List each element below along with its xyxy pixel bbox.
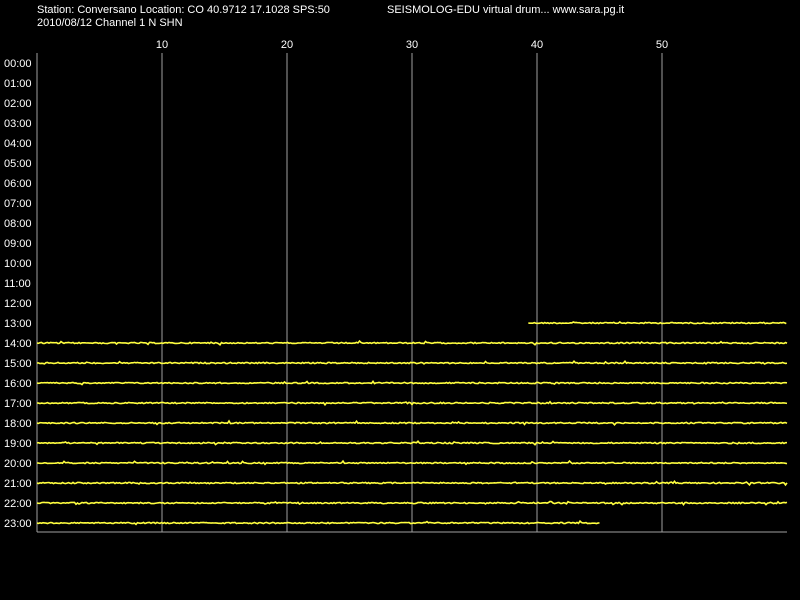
x-tick-label: 30 (406, 39, 418, 51)
x-tick-label: 40 (531, 39, 543, 51)
y-hour-label: 14:00 (4, 338, 32, 350)
y-hour-label: 07:00 (4, 198, 32, 210)
y-hour-label: 17:00 (4, 398, 32, 410)
y-hour-label: 02:00 (4, 98, 32, 110)
y-hour-label: 00:00 (4, 58, 32, 70)
seismogram-drum: 10 20 30 40 50 00:00 01:00 02:00 03:00 04:00 05:00… (4, 39, 788, 533)
y-hour-label: 19:00 (4, 438, 32, 450)
y-hour-label: 06:00 (4, 178, 32, 190)
y-hour-label: 03:00 (4, 118, 32, 130)
y-hour-label: 15:00 (4, 358, 32, 370)
x-tick-label: 20 (281, 39, 293, 51)
y-hour-label: 01:00 (4, 78, 32, 90)
y-hour-label: 08:00 (4, 218, 32, 230)
y-hour-label: 13:00 (4, 318, 32, 330)
y-hour-label: 21:00 (4, 478, 32, 490)
y-hour-label: 18:00 (4, 418, 32, 430)
y-hour-label: 23:00 (4, 518, 32, 530)
y-hour-label: 16:00 (4, 378, 32, 390)
y-hour-label: 11:00 (4, 278, 31, 290)
x-tick-label: 50 (656, 39, 668, 51)
y-hour-label: 04:00 (4, 138, 32, 150)
y-hour-label: 09:00 (4, 238, 32, 250)
y-hour-label: 05:00 (4, 158, 32, 170)
y-hour-label: 10:00 (4, 258, 32, 270)
x-tick-label: 10 (156, 39, 168, 51)
y-hour-label: 22:00 (4, 498, 32, 510)
y-hour-label: 20:00 (4, 458, 32, 470)
trace-2300 (36, 519, 600, 526)
y-hour-label: 12:00 (4, 298, 32, 310)
trace-1300 (528, 321, 787, 325)
